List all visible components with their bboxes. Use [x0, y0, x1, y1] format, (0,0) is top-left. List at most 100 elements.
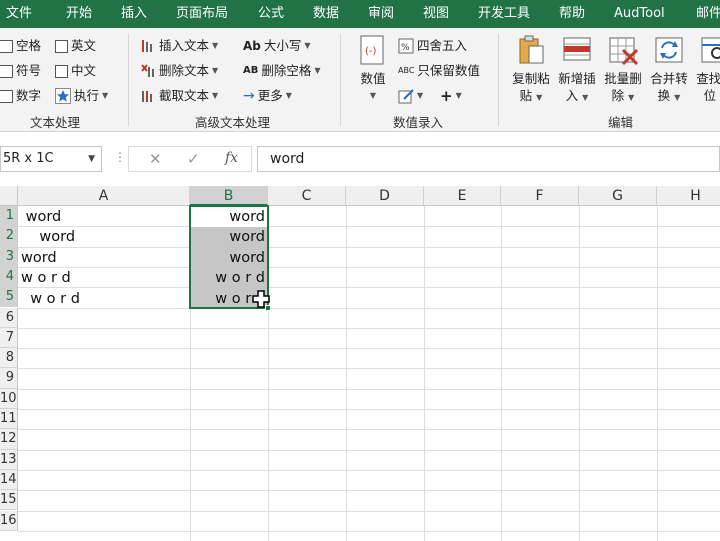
more-vertical-icon[interactable]: ⋮: [114, 150, 126, 164]
case-button[interactable]: Ab 大小写 ▼: [243, 37, 311, 55]
find-icon: [699, 34, 720, 66]
batch-delete-button[interactable]: 批量删 除 ▼: [600, 34, 646, 106]
cell-a2[interactable]: word: [21, 227, 75, 247]
remove-space-label: 删除空格: [261, 63, 312, 78]
column-header-c[interactable]: C: [268, 186, 346, 206]
row-header[interactable]: 12: [0, 429, 18, 450]
column-header-a[interactable]: A: [18, 186, 190, 206]
menu-bar: 文件 开始 插入 页面布局 公式 数据 审阅 视图 开发工具 帮助 AudToo…: [0, 0, 720, 28]
cell-a4[interactable]: w o r d: [21, 268, 71, 288]
tab-page-layout[interactable]: 页面布局: [176, 0, 228, 28]
value-button[interactable]: (-) 数值 ▼: [354, 34, 392, 104]
row-header[interactable]: 5: [0, 287, 18, 308]
spreadsheet-grid: A B C D E F G H 1 2 3 4 5 6 7 8 9 10 11 12 13 14 15 16: [0, 186, 720, 541]
row-header[interactable]: 11: [0, 409, 18, 430]
execute-button[interactable]: 执行 ▼: [55, 87, 108, 105]
checkbox-icon: [0, 39, 13, 53]
row-gridline: [18, 429, 720, 431]
symbol-checkbox[interactable]: 符号: [0, 62, 41, 80]
chevron-down-icon: ▼: [102, 91, 109, 100]
tab-view[interactable]: 视图: [423, 0, 449, 28]
tab-audtool[interactable]: AudTool: [614, 0, 665, 28]
select-all-corner[interactable]: [0, 186, 18, 206]
delete-text-icon: [140, 63, 156, 79]
copy-paste-label: 复制粘: [512, 71, 550, 86]
column-header-f[interactable]: F: [501, 186, 579, 206]
row-header[interactable]: 3: [0, 246, 18, 267]
add-insert-button[interactable]: 新增插 入 ▼: [554, 34, 600, 106]
chinese-label: 中文: [71, 63, 97, 78]
copy-paste-button[interactable]: 复制粘 贴 ▼: [508, 34, 554, 106]
tab-help[interactable]: 帮助: [559, 0, 585, 28]
find-locate-button[interactable]: 查找定 位 ▼: [692, 34, 720, 106]
row-header[interactable]: 7: [0, 327, 18, 349]
merge-convert-label: 合并转: [650, 71, 688, 86]
english-checkbox[interactable]: 英文: [55, 37, 96, 55]
row-header[interactable]: 10: [0, 388, 18, 409]
row-header[interactable]: 9: [0, 368, 18, 389]
cell-a1[interactable]: word: [21, 207, 62, 227]
chevron-down-icon: ▼: [285, 91, 292, 100]
tab-review[interactable]: 审阅: [368, 0, 394, 28]
cell-a3[interactable]: word: [21, 248, 57, 268]
row-gridline: [18, 266, 720, 268]
chevron-down-icon: ▼: [212, 66, 219, 75]
row-header[interactable]: 14: [0, 469, 18, 491]
tab-developer[interactable]: 开发工具: [478, 0, 530, 28]
name-box[interactable]: 5R x 1C ▼: [0, 146, 102, 172]
svg-text:%: %: [401, 43, 410, 53]
row-header[interactable]: 1: [0, 206, 18, 227]
checkbox-icon: [0, 64, 13, 78]
row-gridline: [18, 469, 720, 471]
check-icon[interactable]: ✓: [187, 150, 200, 168]
entry-group-name: 数值录入: [393, 115, 444, 130]
row-header[interactable]: 13: [0, 449, 18, 470]
row-gridline: [18, 409, 720, 410]
column-header-d[interactable]: D: [346, 186, 424, 206]
row-header[interactable]: 2: [0, 226, 18, 247]
row-header[interactable]: 16: [0, 510, 18, 531]
keep-number-button[interactable]: ABC 只保留数值: [398, 62, 480, 80]
more-button[interactable]: → 更多 ▼: [243, 87, 292, 105]
chinese-checkbox[interactable]: 中文: [55, 62, 96, 80]
column-header-g[interactable]: G: [579, 186, 657, 206]
insert-text-button[interactable]: 插入文本 ▼: [140, 37, 218, 55]
chevron-down-icon: ▼: [417, 91, 424, 100]
add-dropdown-button[interactable]: + ▼: [440, 87, 462, 105]
round-button[interactable]: % 四舍五入: [398, 37, 467, 55]
delete-text-button[interactable]: 删除文本 ▼: [140, 62, 218, 80]
tab-formulas[interactable]: 公式: [258, 0, 284, 28]
tab-file[interactable]: 文件: [6, 0, 32, 28]
column-header-e[interactable]: E: [424, 186, 501, 206]
row-header[interactable]: 15: [0, 490, 18, 511]
edit-dropdown-button[interactable]: ▼: [398, 87, 423, 105]
group-divider: [498, 34, 499, 126]
chevron-down-icon[interactable]: ▼: [88, 147, 95, 171]
column-gridline: [579, 206, 580, 541]
row-gridline: [18, 449, 720, 451]
number-checkbox[interactable]: 数字: [0, 87, 41, 105]
text-group-name: 文本处理: [30, 115, 81, 130]
fx-icon[interactable]: fx: [225, 150, 238, 166]
column-header-h[interactable]: H: [657, 186, 720, 206]
formula-input[interactable]: word: [257, 146, 720, 172]
checkbox-icon: [55, 39, 68, 53]
tab-mail[interactable]: 邮件: [696, 0, 720, 28]
cross-cursor-icon: [252, 290, 270, 308]
tab-data[interactable]: 数据: [313, 0, 339, 28]
extract-text-button[interactable]: 截取文本 ▼: [140, 87, 218, 105]
tab-insert[interactable]: 插入: [121, 0, 147, 28]
remove-space-button[interactable]: AB 删除空格 ▼: [243, 62, 321, 80]
cell-a5[interactable]: w o r d: [21, 289, 80, 309]
row-header[interactable]: 8: [0, 348, 18, 369]
tab-home[interactable]: 开始: [66, 0, 92, 28]
row-header[interactable]: 6: [0, 307, 18, 328]
space-checkbox[interactable]: 空格: [0, 37, 41, 55]
group-divider: [128, 34, 129, 126]
row-header[interactable]: 4: [0, 266, 18, 288]
cancel-icon[interactable]: ✕: [149, 150, 162, 168]
find-locate-label-2: 位: [703, 88, 717, 103]
row-gridline: [18, 388, 720, 390]
column-header-b[interactable]: B: [190, 186, 268, 206]
merge-convert-button[interactable]: 合并转 换 ▼: [646, 34, 692, 106]
